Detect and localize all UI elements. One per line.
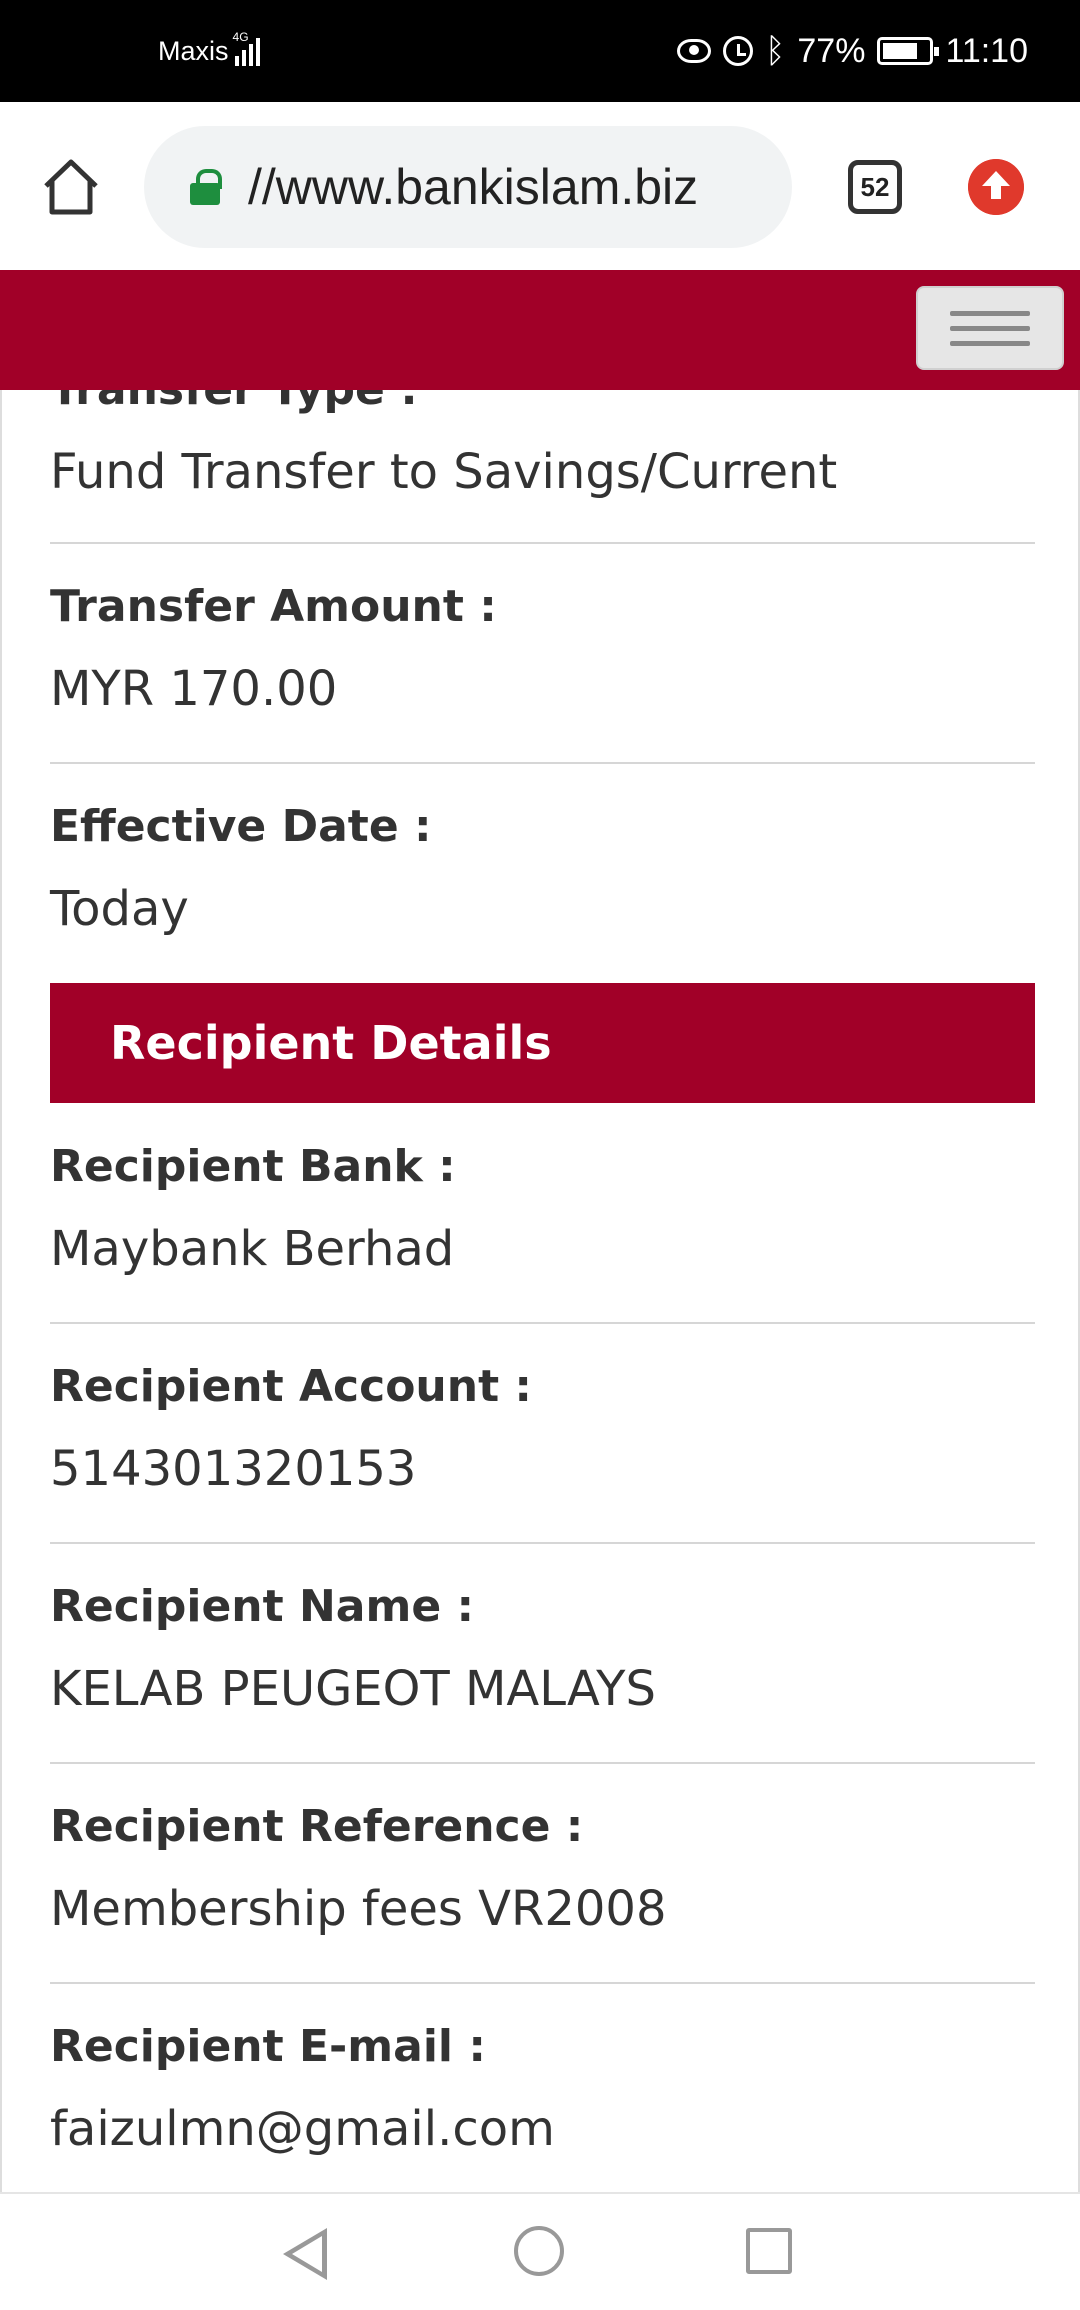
recipient-name-label: Recipient Name :	[50, 1581, 475, 1632]
hamburger-menu-icon[interactable]	[916, 286, 1064, 370]
back-icon[interactable]	[283, 2228, 327, 2280]
recipient-account-value: 514301320153	[50, 1441, 417, 1497]
recipient-details-header: Recipient Details	[50, 983, 1035, 1103]
tab-count: 52	[860, 171, 890, 202]
divider	[50, 1982, 1035, 1984]
transfer-confirmation: Transfer Type : Fund Transfer to Savings…	[0, 390, 1080, 2192]
recipient-bank-value: Maybank Berhad	[50, 1221, 455, 1277]
recipient-reference-field: Recipient Reference : Membership fees VR…	[50, 1797, 1035, 1941]
divider	[50, 1542, 1035, 1544]
effective-date-value: Today	[50, 881, 189, 937]
recipient-account-field: Recipient Account : 514301320153	[50, 1357, 1035, 1501]
recipient-email-value: faizulmn@gmail.com	[50, 2101, 555, 2157]
update-icon[interactable]	[968, 159, 1024, 215]
transfer-type-value: Fund Transfer to Savings/Current	[50, 444, 838, 500]
carrier-name: Maxis	[158, 35, 229, 66]
signal-icon: 4G	[233, 30, 260, 66]
effective-date-label: Effective Date :	[50, 801, 432, 852]
battery-percent: 77%	[797, 31, 866, 70]
home-icon[interactable]	[40, 156, 102, 218]
recipient-bank-field: Recipient Bank : Maybank Berhad	[50, 1137, 1035, 1281]
site-header	[0, 270, 1080, 390]
status-right: ᛒ 77% 11:10	[676, 0, 1028, 102]
recipient-bank-label: Recipient Bank :	[50, 1141, 456, 1192]
transfer-type-label: Transfer Type :	[50, 390, 1035, 420]
status-bar: Maxis 4G ᛒ 77% 11:10	[0, 0, 1080, 102]
browser-toolbar: //www.bankislam.biz 52	[0, 102, 1080, 270]
recipient-reference-value: Membership fees VR2008	[50, 1881, 667, 1937]
recents-icon[interactable]	[746, 2228, 792, 2274]
address-bar[interactable]: //www.bankislam.biz	[144, 126, 792, 248]
transfer-amount-field: Transfer Amount : MYR 170.00	[50, 577, 1035, 721]
network-type: 4G	[232, 30, 249, 44]
divider	[50, 1322, 1035, 1324]
lock-icon[interactable]	[190, 169, 222, 205]
tabs-icon[interactable]: 52	[848, 160, 902, 214]
divider	[50, 762, 1035, 764]
system-nav-bar	[0, 2192, 1080, 2310]
recipient-email-label: Recipient E-mail :	[50, 2021, 486, 2072]
recipient-account-label: Recipient Account :	[50, 1361, 533, 1412]
recipient-reference-label: Recipient Reference :	[50, 1801, 584, 1852]
clock: 11:10	[945, 31, 1028, 70]
recipient-name-field: Recipient Name : KELAB PEUGEOT MALAYS	[50, 1577, 1035, 1721]
status-left: Maxis 4G	[158, 0, 260, 102]
transfer-amount-label: Transfer Amount :	[50, 581, 497, 632]
url-text[interactable]: //www.bankislam.biz	[248, 158, 698, 216]
divider	[50, 542, 1035, 544]
battery-icon	[877, 37, 940, 65]
recipient-email-field: Recipient E-mail : faizulmn@gmail.com	[50, 2017, 1035, 2161]
alarm-icon	[722, 36, 753, 66]
transfer-type-field: Transfer Type : Fund Transfer to Savings…	[50, 390, 1035, 504]
home-circle-icon[interactable]	[514, 2226, 564, 2276]
transfer-amount-value: MYR 170.00	[50, 661, 338, 717]
bluetooth-icon: ᛒ	[764, 31, 786, 70]
effective-date-field: Effective Date : Today	[50, 797, 1035, 941]
eye-comfort-icon	[676, 39, 711, 63]
divider	[50, 1762, 1035, 1764]
recipient-name-value: KELAB PEUGEOT MALAYS	[50, 1661, 656, 1717]
